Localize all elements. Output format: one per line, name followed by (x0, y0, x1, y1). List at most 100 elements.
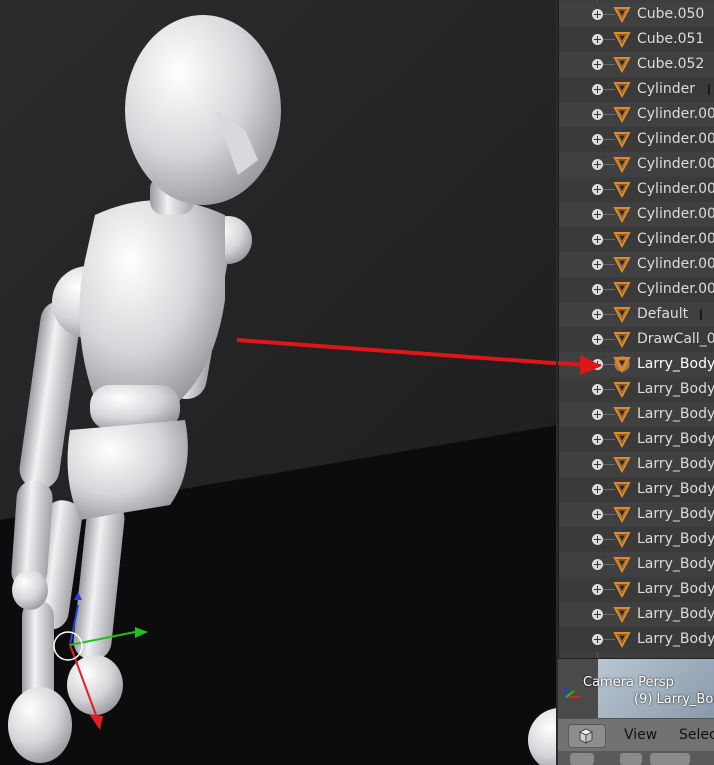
outliner-item[interactable]: Larry_Body.0 (559, 602, 714, 627)
3d-viewport[interactable] (0, 0, 558, 765)
outliner-item[interactable]: Cube.051 (559, 27, 714, 52)
select-menu[interactable]: Select (679, 727, 714, 743)
outliner-item[interactable]: Cylinder.001 (559, 102, 714, 127)
outliner-item-label: Larry_Body.0 (637, 381, 714, 397)
outliner-item[interactable]: Larry_Body.0 (559, 527, 714, 552)
footer-button[interactable] (650, 753, 690, 765)
expand-icon[interactable] (592, 209, 603, 220)
mesh-icon (613, 480, 631, 499)
outliner-item-label: Larry_Body.0 (637, 581, 714, 597)
view-menu[interactable]: View (624, 727, 657, 743)
axis-icon (565, 687, 580, 698)
outliner-item-label: DrawCall_0 (637, 331, 714, 347)
outliner-item[interactable]: Larry_Body.0 (559, 452, 714, 477)
outliner-panel: Cube.050 Cube.051 Cube.052 Cylinder Cylinder… (558, 0, 714, 658)
viewport-scene (0, 0, 558, 765)
outliner-item-label: Larry_Body.0 (637, 456, 714, 472)
mesh-icon (613, 305, 631, 324)
expand-icon[interactable] (592, 434, 603, 445)
outliner-item[interactable]: Larry_Body.0 (559, 477, 714, 502)
outliner-item[interactable]: Cylinder.008 (559, 277, 714, 302)
expand-icon[interactable] (592, 284, 603, 295)
outliner-item-label: Larry_Body.0 (637, 506, 714, 522)
outliner-item[interactable]: Larry_Body.0 (559, 552, 714, 577)
expand-icon[interactable] (592, 159, 603, 170)
outliner-item-label: Larry_Body.0 (637, 556, 714, 572)
mesh-icon (613, 255, 631, 274)
footer-button[interactable] (570, 753, 594, 765)
outliner-item-label: Larry_Body.0 (637, 531, 714, 547)
outliner-item-label: Cylinder.006 (637, 231, 714, 247)
outliner-item[interactable]: Larry_Body.0 (559, 402, 714, 427)
outliner-item[interactable]: Cylinder.004 (559, 177, 714, 202)
expand-icon[interactable] (592, 34, 603, 45)
expand-icon[interactable] (592, 459, 603, 470)
mesh-icon (613, 230, 631, 249)
active-object-label: (9) Larry_Body (634, 692, 714, 707)
mesh-icon (613, 555, 631, 574)
restrict-marker (708, 84, 711, 95)
expand-icon[interactable] (592, 334, 603, 345)
camera-preview[interactable]: Camera Persp (9) Larry_Body (558, 658, 714, 719)
outliner-item-label: Larry_Body.0 (637, 431, 714, 447)
outliner-item-label: Cylinder (637, 81, 695, 97)
outliner-item-label: Cylinder.005 (637, 206, 714, 222)
expand-icon[interactable] (592, 84, 603, 95)
mesh-icon (613, 80, 631, 99)
footer-bar (558, 751, 714, 765)
expand-icon[interactable] (592, 234, 603, 245)
outliner-item[interactable]: Larry_Body.0 (559, 577, 714, 602)
outliner-item-label: Cube.052 (637, 56, 705, 72)
mesh-icon (613, 205, 631, 224)
outliner-item[interactable]: Cylinder.006 (559, 227, 714, 252)
outliner-item[interactable]: Larry_Body.0 (559, 627, 714, 652)
mesh-icon (613, 155, 631, 174)
outliner-item[interactable]: Cylinder (559, 77, 714, 102)
expand-icon[interactable] (592, 534, 603, 545)
expand-icon[interactable] (592, 59, 603, 70)
mesh-icon (613, 330, 631, 349)
expand-icon[interactable] (592, 259, 603, 270)
outliner-item[interactable]: Cylinder.003 (559, 152, 714, 177)
footer-button[interactable] (620, 753, 642, 765)
expand-icon[interactable] (592, 584, 603, 595)
expand-icon[interactable] (592, 409, 603, 420)
outliner-item[interactable]: Cylinder.005 (559, 202, 714, 227)
outliner-item[interactable]: Cube.052 (559, 52, 714, 77)
outliner-item[interactable]: Larry_Body.0 (559, 502, 714, 527)
expand-icon[interactable] (592, 484, 603, 495)
outliner-item[interactable]: Larry_Body.0 (559, 427, 714, 452)
expand-icon[interactable] (592, 509, 603, 520)
outliner-item[interactable]: Default (559, 302, 714, 327)
expand-icon[interactable] (592, 634, 603, 645)
expand-icon[interactable] (592, 184, 603, 195)
outliner-item-label: Cube.050 (637, 6, 705, 22)
mesh-icon (613, 580, 631, 599)
mesh-icon (613, 130, 631, 149)
outliner-item-label: Larry_Body (637, 356, 714, 372)
expand-icon[interactable] (592, 9, 603, 20)
expand-icon[interactable] (592, 309, 603, 320)
mesh-icon (613, 280, 631, 299)
mesh-icon (613, 530, 631, 549)
expand-icon[interactable] (592, 384, 603, 395)
outliner-item[interactable]: Cylinder.007 (559, 252, 714, 277)
outliner-item-label: Cylinder.003 (637, 156, 714, 172)
mesh-icon (613, 30, 631, 49)
outliner-item[interactable]: Cylinder.002 (559, 127, 714, 152)
outliner-item[interactable]: DrawCall_0 (559, 327, 714, 352)
mesh-icon (613, 630, 631, 649)
outliner-item-label: Cylinder.004 (637, 181, 714, 197)
mesh-icon (613, 505, 631, 524)
viewport-shading-button[interactable] (568, 724, 606, 748)
outliner-item[interactable]: Cube.050 (559, 2, 714, 27)
expand-icon[interactable] (592, 559, 603, 570)
viewport-header: View Select (558, 718, 714, 752)
mesh-icon (613, 405, 631, 424)
outliner-item[interactable]: Larry_Body.0 (559, 377, 714, 402)
expand-icon[interactable] (592, 134, 603, 145)
expand-icon[interactable] (592, 609, 603, 620)
expand-icon[interactable] (592, 109, 603, 120)
expand-icon[interactable] (592, 359, 603, 370)
outliner-item[interactable]: Larry_Body (559, 352, 714, 377)
